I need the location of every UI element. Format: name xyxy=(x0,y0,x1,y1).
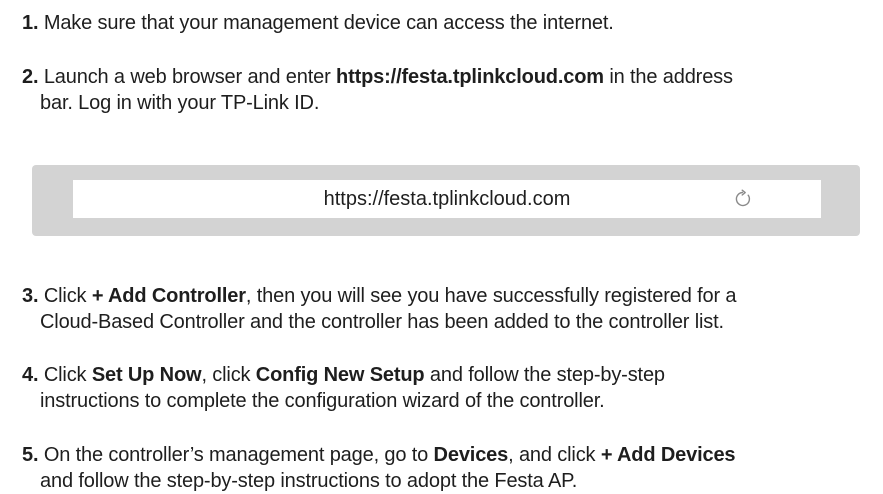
add-controller-label: + Add Controller xyxy=(91,285,246,307)
cloud-url-text: https://festa.tplinkcloud.com xyxy=(336,66,604,88)
step-text: , then you will see you have successfull… xyxy=(245,285,737,307)
add-devices-label: + Add Devices xyxy=(600,444,736,466)
step-number: 4. xyxy=(22,364,39,386)
step-text: Make sure that your management device ca… xyxy=(43,12,614,34)
step-text-continued: and follow the step-by-step instructions… xyxy=(40,470,578,492)
devices-label: Devices xyxy=(433,444,509,466)
address-url: https://festa.tplinkcloud.com xyxy=(323,188,571,210)
step-text: Click xyxy=(43,364,92,386)
step-text: Launch a web browser and enter xyxy=(43,66,337,88)
step-text: , click xyxy=(201,364,256,386)
step-text: , and click xyxy=(508,444,601,466)
address-field[interactable]: https://festa.tplinkcloud.com xyxy=(73,180,821,218)
step-2: 2. Launch a web browser and enter https:… xyxy=(22,64,872,116)
step-text: Click xyxy=(43,285,92,307)
step-1: 1. Make sure that your management device… xyxy=(22,10,872,36)
step-text-continued: Cloud-Based Controller and the controlle… xyxy=(40,311,724,333)
step-text-continued: bar. Log in with your TP-Link ID. xyxy=(40,92,320,114)
step-number: 3. xyxy=(22,285,39,307)
step-3: 3. Click + Add Controller, then you will… xyxy=(22,283,872,335)
step-number: 2. xyxy=(22,66,39,88)
step-number: 1. xyxy=(22,12,39,34)
step-4: 4. Click Set Up Now, click Config New Se… xyxy=(22,362,872,414)
step-text-continued: instructions to complete the configurati… xyxy=(40,390,605,412)
config-new-setup-label: Config New Setup xyxy=(255,364,425,386)
step-text: On the controller’s management page, go … xyxy=(43,444,434,466)
step-5: 5. On the controller’s management page, … xyxy=(22,442,872,494)
browser-address-bar: https://festa.tplinkcloud.com xyxy=(32,165,860,236)
step-text: in the address xyxy=(603,66,733,88)
step-number: 5. xyxy=(22,444,39,466)
reload-icon[interactable] xyxy=(733,189,753,209)
step-text: and follow the step-by-step xyxy=(424,364,665,386)
set-up-now-label: Set Up Now xyxy=(91,364,202,386)
